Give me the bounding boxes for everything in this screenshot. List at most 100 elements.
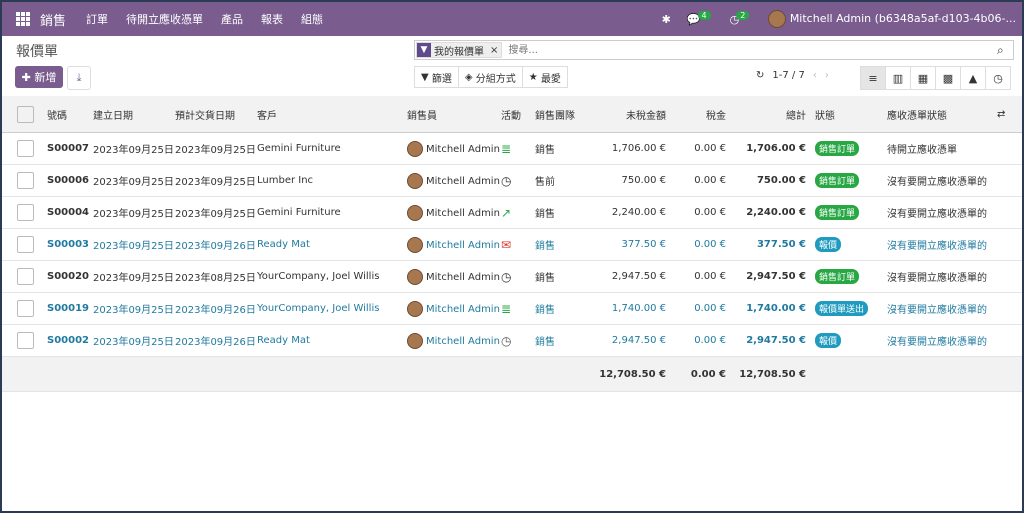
calendar-view-icon[interactable]: ▦ [910,66,936,90]
col-untaxed[interactable]: 未稅金額 [594,96,674,133]
row-checkbox[interactable] [17,204,34,221]
group-by-button[interactable]: ◈ 分組方式 [457,66,523,88]
salesperson: Mitchell Admin [426,175,500,187]
activity-clock-icon[interactable]: ◷2 [730,10,753,26]
salesperson: Mitchell Admin [426,207,500,219]
tax-amount: 0.00 € [674,132,734,165]
menu-to-invoice[interactable]: 待開立應收憑單 [126,11,203,27]
created-date: 2023年09月25日 [92,228,174,261]
row-checkbox[interactable] [17,140,34,157]
salesperson-avatar [407,300,423,317]
row-checkbox[interactable] [17,332,34,349]
col-activity[interactable]: 活動 [500,96,534,133]
order-number: S00006 [46,164,92,197]
col-number[interactable]: 號碼 [46,96,92,133]
row-checkbox[interactable] [17,268,34,285]
table-row[interactable]: S00019 2023年09月25日 2023年09月26日 YourCompa… [2,292,1022,325]
menu-products[interactable]: 產品 [221,11,243,27]
table-row[interactable]: S00002 2023年09月25日 2023年09月26日 Ready Mat… [2,324,1022,357]
delivery-date: 2023年09月25日 [174,164,256,197]
status-badge: 銷售訂單 [815,173,860,188]
sales-team: 銷售 [534,132,594,165]
activity-clock-icon[interactable]: ◷ [500,324,534,357]
favorites-button[interactable]: ★ 最愛 [521,66,568,88]
row-checkbox[interactable] [17,172,34,189]
menu-orders[interactable]: 訂單 [86,11,108,27]
pager-next-icon[interactable]: › [825,70,829,81]
sales-team: 銷售 [534,196,594,229]
search-tools: ▼ 篩選 ◈ 分組方式 ★ 最愛 [414,66,568,88]
table-row[interactable]: S00003 2023年09月25日 2023年09月26日 Ready Mat… [2,228,1022,261]
col-tax[interactable]: 稅金 [674,96,734,133]
totals-row: 12,708.50 € 0.00 € 12,708.50 € [2,356,1022,392]
customer: Ready Mat [256,324,406,357]
bug-icon[interactable]: ✱ [662,13,671,26]
untaxed-amount: 750.00 € [594,164,674,197]
pager-prev-icon[interactable]: ‹ [813,70,817,81]
salesperson: Mitchell Admin [426,303,500,315]
list-view-icon[interactable]: ≡ [860,66,886,90]
new-button-label: 新增 [34,71,57,84]
activity-clock-icon[interactable]: ◷ [500,164,534,197]
status-badge: 銷售訂單 [815,205,860,220]
favorites-label: 最愛 [540,73,561,85]
col-team[interactable]: 銷售團隊 [534,96,594,133]
sales-team: 銷售 [534,324,594,357]
table-row[interactable]: S00020 2023年09月25日 2023年08月25日 YourCompa… [2,260,1022,293]
total-amount: 1,706.00 € [734,132,814,165]
facet-remove-icon[interactable]: × [487,45,501,56]
row-checkbox[interactable] [17,300,34,317]
col-salesperson[interactable]: 銷售員 [406,96,500,133]
pivot-view-icon[interactable]: ▩ [935,66,961,90]
table-row[interactable]: S00004 2023年09月25日 2023年09月25日 Gemini Fu… [2,196,1022,229]
select-all-checkbox[interactable] [17,105,34,123]
untaxed-amount: 377.50 € [594,228,674,261]
search-input[interactable] [506,43,997,57]
col-invoice-status[interactable]: 應收憑單狀態 [886,96,996,133]
activity-trend-icon[interactable]: ↗ [500,196,534,229]
col-total[interactable]: 總計 [734,96,814,133]
new-button[interactable]: ✚ 新增 [15,66,63,88]
untaxed-amount: 1,740.00 € [594,292,674,325]
activity-view-icon[interactable]: ◷ [985,66,1011,90]
sales-team: 銷售 [534,260,594,293]
activity-email-icon[interactable]: ✉ [500,228,534,261]
apps-menu-icon[interactable] [16,12,30,26]
tax-amount: 0.00 € [674,324,734,357]
activity-count-badge: 2 [736,10,750,20]
table-row[interactable]: S00006 2023年09月25日 2023年09月25日 Lumber In… [2,164,1022,197]
user-menu[interactable]: Mitchell Admin (b6348a5af-d103-4b06-... [768,10,1016,28]
chat-icon[interactable]: 💬4 [687,10,714,26]
filter-icon: ▼ [421,71,429,83]
kanban-view-icon[interactable]: ▥ [885,66,911,90]
pager-value[interactable]: 1-7 / 7 [772,70,804,81]
search-icon[interactable]: ⌕ [997,43,1013,58]
col-delivery[interactable]: 預計交貨日期 [174,96,256,133]
quotations-table: 號碼 建立日期 預計交貨日期 客戶 銷售員 活動 銷售團隊 未稅金額 稅金 總計… [2,96,1022,392]
app-name[interactable]: 銷售 [40,10,66,29]
download-icon[interactable]: ⤓ [67,66,91,90]
col-status[interactable]: 狀態 [814,96,886,133]
chat-count-badge: 4 [697,10,711,20]
menu-reporting[interactable]: 報表 [261,11,283,27]
col-customer[interactable]: 客戶 [256,96,406,133]
col-created[interactable]: 建立日期 [92,96,174,133]
status-badge: 報價 [815,333,842,348]
user-avatar [768,10,787,28]
status-badge: 銷售訂單 [815,269,860,284]
sales-team: 銷售 [534,292,594,325]
total-amount: 377.50 € [734,228,814,261]
refresh-icon[interactable]: ↻ [756,70,764,81]
graph-view-icon[interactable]: ▲ [960,66,986,90]
filter-facet-icon: ▼ [417,43,431,57]
table-row[interactable]: S00007 2023年09月25日 2023年09月25日 Gemini Fu… [2,132,1022,165]
menu-configuration[interactable]: 組態 [301,11,323,27]
filter-button[interactable]: ▼ 篩選 [414,66,459,88]
row-checkbox[interactable] [17,236,34,253]
column-settings-icon[interactable]: ⇄ [996,96,1022,133]
total-tax: 0.00 € [674,356,734,392]
activity-list-icon[interactable]: ≣ [500,132,534,165]
activity-clock-icon[interactable]: ◷ [500,260,534,293]
activity-list-icon[interactable]: ≣ [500,292,534,325]
untaxed-amount: 2,947.50 € [594,324,674,357]
